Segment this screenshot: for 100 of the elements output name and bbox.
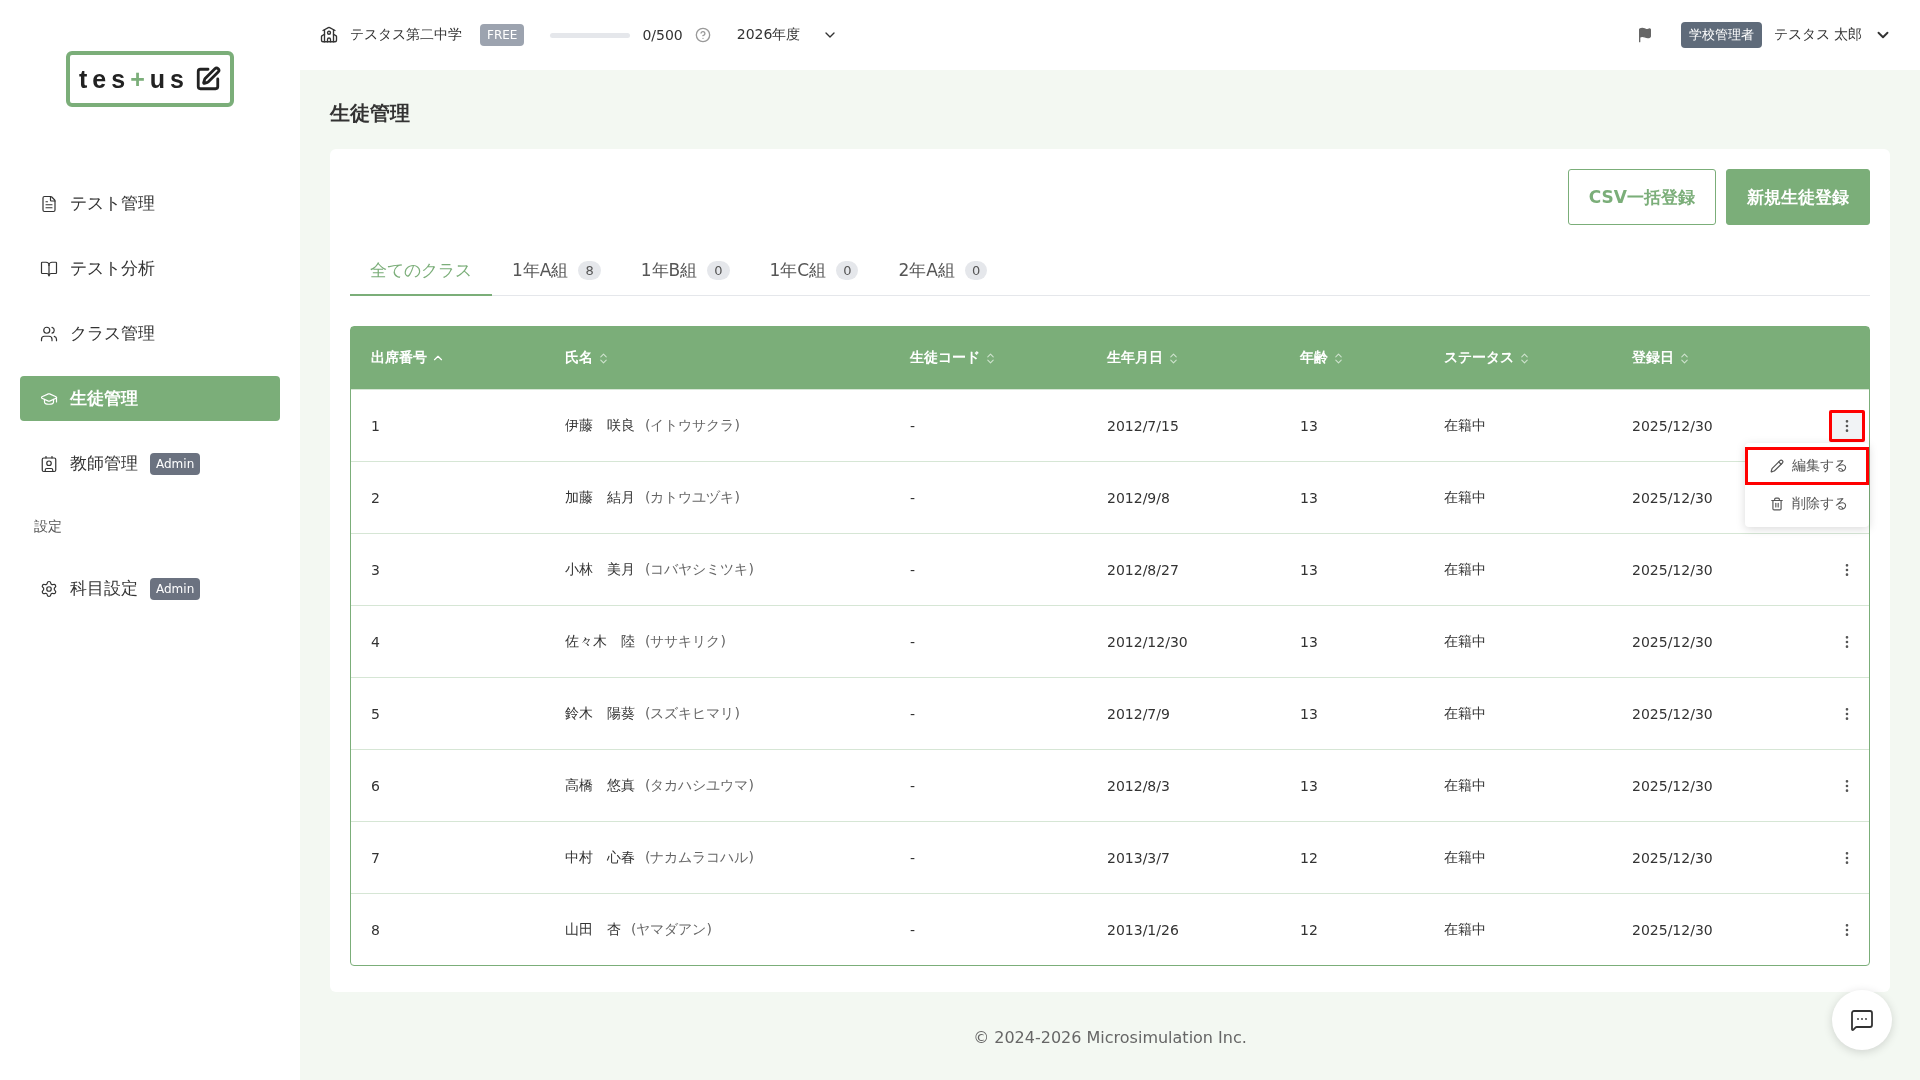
table-cell: 2012/12/30 xyxy=(1107,633,1188,650)
document-icon xyxy=(40,194,58,213)
sidebar-item[interactable]: クラス管理 xyxy=(20,311,280,356)
menu-item-label: 編集する xyxy=(1792,457,1848,475)
table-cell: 2025/12/30 xyxy=(1632,633,1713,650)
menu-item[interactable]: 編集する xyxy=(1745,447,1869,485)
table-cell: 8 xyxy=(371,921,380,938)
sort-icon[interactable] xyxy=(1167,351,1180,365)
sidebar-item-label: 生徒管理 xyxy=(70,387,138,410)
table-cell: 2012/8/27 xyxy=(1107,561,1179,578)
table-cell: 2012/7/9 xyxy=(1107,705,1170,722)
table-cell: 2025/12/30 xyxy=(1632,777,1713,794)
table-cell: 在籍中 xyxy=(1444,416,1486,435)
student-name: 高橋 悠真 xyxy=(565,776,635,793)
sidebar-item[interactable]: 科目設定 Admin xyxy=(20,566,280,611)
sidebar-item-label: テスト管理 xyxy=(70,192,155,215)
table-cell: - xyxy=(910,921,916,938)
usage-reading: 0/500 xyxy=(642,27,683,43)
flag-icon[interactable] xyxy=(1636,27,1653,43)
pencil-icon xyxy=(1770,459,1784,473)
table-cell: 13 xyxy=(1300,633,1318,650)
sort-icon[interactable] xyxy=(984,351,997,365)
class-tab[interactable]: 1年B組 0 xyxy=(620,249,750,296)
table-cell: 13 xyxy=(1300,705,1318,722)
page-title: 生徒管理 xyxy=(330,100,411,127)
table-cell: 4 xyxy=(371,633,380,650)
sort-icon[interactable] xyxy=(1518,351,1531,365)
sort-icon[interactable] xyxy=(1332,351,1345,365)
more-button[interactable] xyxy=(1829,409,1865,442)
admin-tag: Admin xyxy=(150,452,201,475)
table-cell: 5 xyxy=(371,705,380,722)
tab-label: 1年B組 xyxy=(640,259,698,282)
role-tag: 学校管理者 xyxy=(1680,22,1762,48)
table-cell: - xyxy=(910,417,916,434)
student-name: 鈴木 陽葵 xyxy=(565,704,635,721)
logo-text: tes+us xyxy=(79,64,189,94)
count-badge: 0 xyxy=(964,261,988,280)
class-tab[interactable]: 1年A組 8 xyxy=(492,249,621,296)
section-title: 設定 xyxy=(34,518,63,536)
table-cell: 2012/9/8 xyxy=(1107,489,1170,506)
student-name: 伊藤 咲良 xyxy=(565,416,635,433)
table-cell: 7 xyxy=(371,849,380,866)
school-name: テスタス第二中学 xyxy=(350,26,462,44)
table-cell: - xyxy=(910,633,916,650)
table-cell: 2025/12/30 xyxy=(1632,705,1713,722)
sidebar-item[interactable]: テスト分析 xyxy=(20,246,280,291)
student-name: 中村 心春 xyxy=(565,848,635,865)
chat-icon xyxy=(1850,1008,1874,1032)
table-cell: 1 xyxy=(371,417,380,434)
student-kana: (ヤマダアン) xyxy=(631,920,712,937)
student-kana: (ナカムラコハル) xyxy=(645,848,754,865)
menu-item[interactable]: 削除する xyxy=(1745,485,1869,523)
sort-icon[interactable] xyxy=(597,351,610,365)
tab-label: 1年A組 xyxy=(512,259,569,282)
table-cell: 在籍中 xyxy=(1444,848,1486,867)
student-kana: (イトウサクラ) xyxy=(645,416,740,433)
help-icon[interactable] xyxy=(694,27,711,43)
student-name: 小林 美月 xyxy=(565,560,635,577)
chat-button[interactable] xyxy=(1832,990,1892,1050)
table-cell: 13 xyxy=(1300,561,1318,578)
table-cell: 2 xyxy=(371,489,380,506)
count-badge: 8 xyxy=(578,261,601,280)
sidebar-item[interactable]: テスト管理 xyxy=(20,181,280,226)
admin-tag: Admin xyxy=(150,577,201,600)
table-cell: 2025/12/30 xyxy=(1632,417,1713,434)
copyright-text: © 2024-2026 Microsimulation Inc. xyxy=(973,1027,1247,1047)
sidebar-item-label: 科目設定 xyxy=(70,577,138,600)
users-icon xyxy=(40,324,58,343)
table-cell: 2025/12/30 xyxy=(1632,921,1713,938)
student-kana: (スズキヒマリ) xyxy=(645,704,740,721)
student-name: 加藤 結月 xyxy=(565,488,635,505)
sidebar-item-label: クラス管理 xyxy=(70,322,155,345)
year-select[interactable]: 2026年度 xyxy=(736,26,839,44)
table-cell: 在籍中 xyxy=(1444,560,1486,579)
tab-label: 2年A組 xyxy=(898,259,955,282)
class-tab[interactable]: 1年C組 0 xyxy=(749,249,879,296)
table-cell: - xyxy=(910,849,916,866)
student-kana: (ササキリク) xyxy=(645,632,726,649)
table-cell: 在籍中 xyxy=(1444,488,1486,507)
student-kana: (タカハシユウマ) xyxy=(645,776,754,793)
table-cell: 13 xyxy=(1300,777,1318,794)
settings-icon xyxy=(40,579,58,598)
user-name[interactable]: テスタス 太郎 xyxy=(1773,26,1862,44)
table-cell: 2013/3/7 xyxy=(1107,849,1170,866)
sidebar-item-label: テスト分析 xyxy=(70,257,155,280)
table-cell: - xyxy=(910,777,916,794)
student-name: 山田 杏 xyxy=(565,920,621,937)
table-cell: 2025/12/30 xyxy=(1632,849,1713,866)
book-icon xyxy=(40,259,58,278)
table-cell: 13 xyxy=(1300,417,1318,434)
edit-icon xyxy=(194,66,221,92)
student-name: 佐々木 陸 xyxy=(565,632,635,649)
table-cell: 2013/1/26 xyxy=(1107,921,1179,938)
table-cell: 在籍中 xyxy=(1444,704,1486,723)
table-cell: 2012/8/3 xyxy=(1107,777,1170,794)
sidebar-item[interactable]: 教師管理 Admin xyxy=(20,441,280,486)
contact-card-icon xyxy=(40,454,58,473)
table-cell: 在籍中 xyxy=(1444,776,1486,795)
class-tab[interactable]: 2年A組 0 xyxy=(878,249,1008,296)
sort-icon[interactable] xyxy=(1678,351,1691,365)
